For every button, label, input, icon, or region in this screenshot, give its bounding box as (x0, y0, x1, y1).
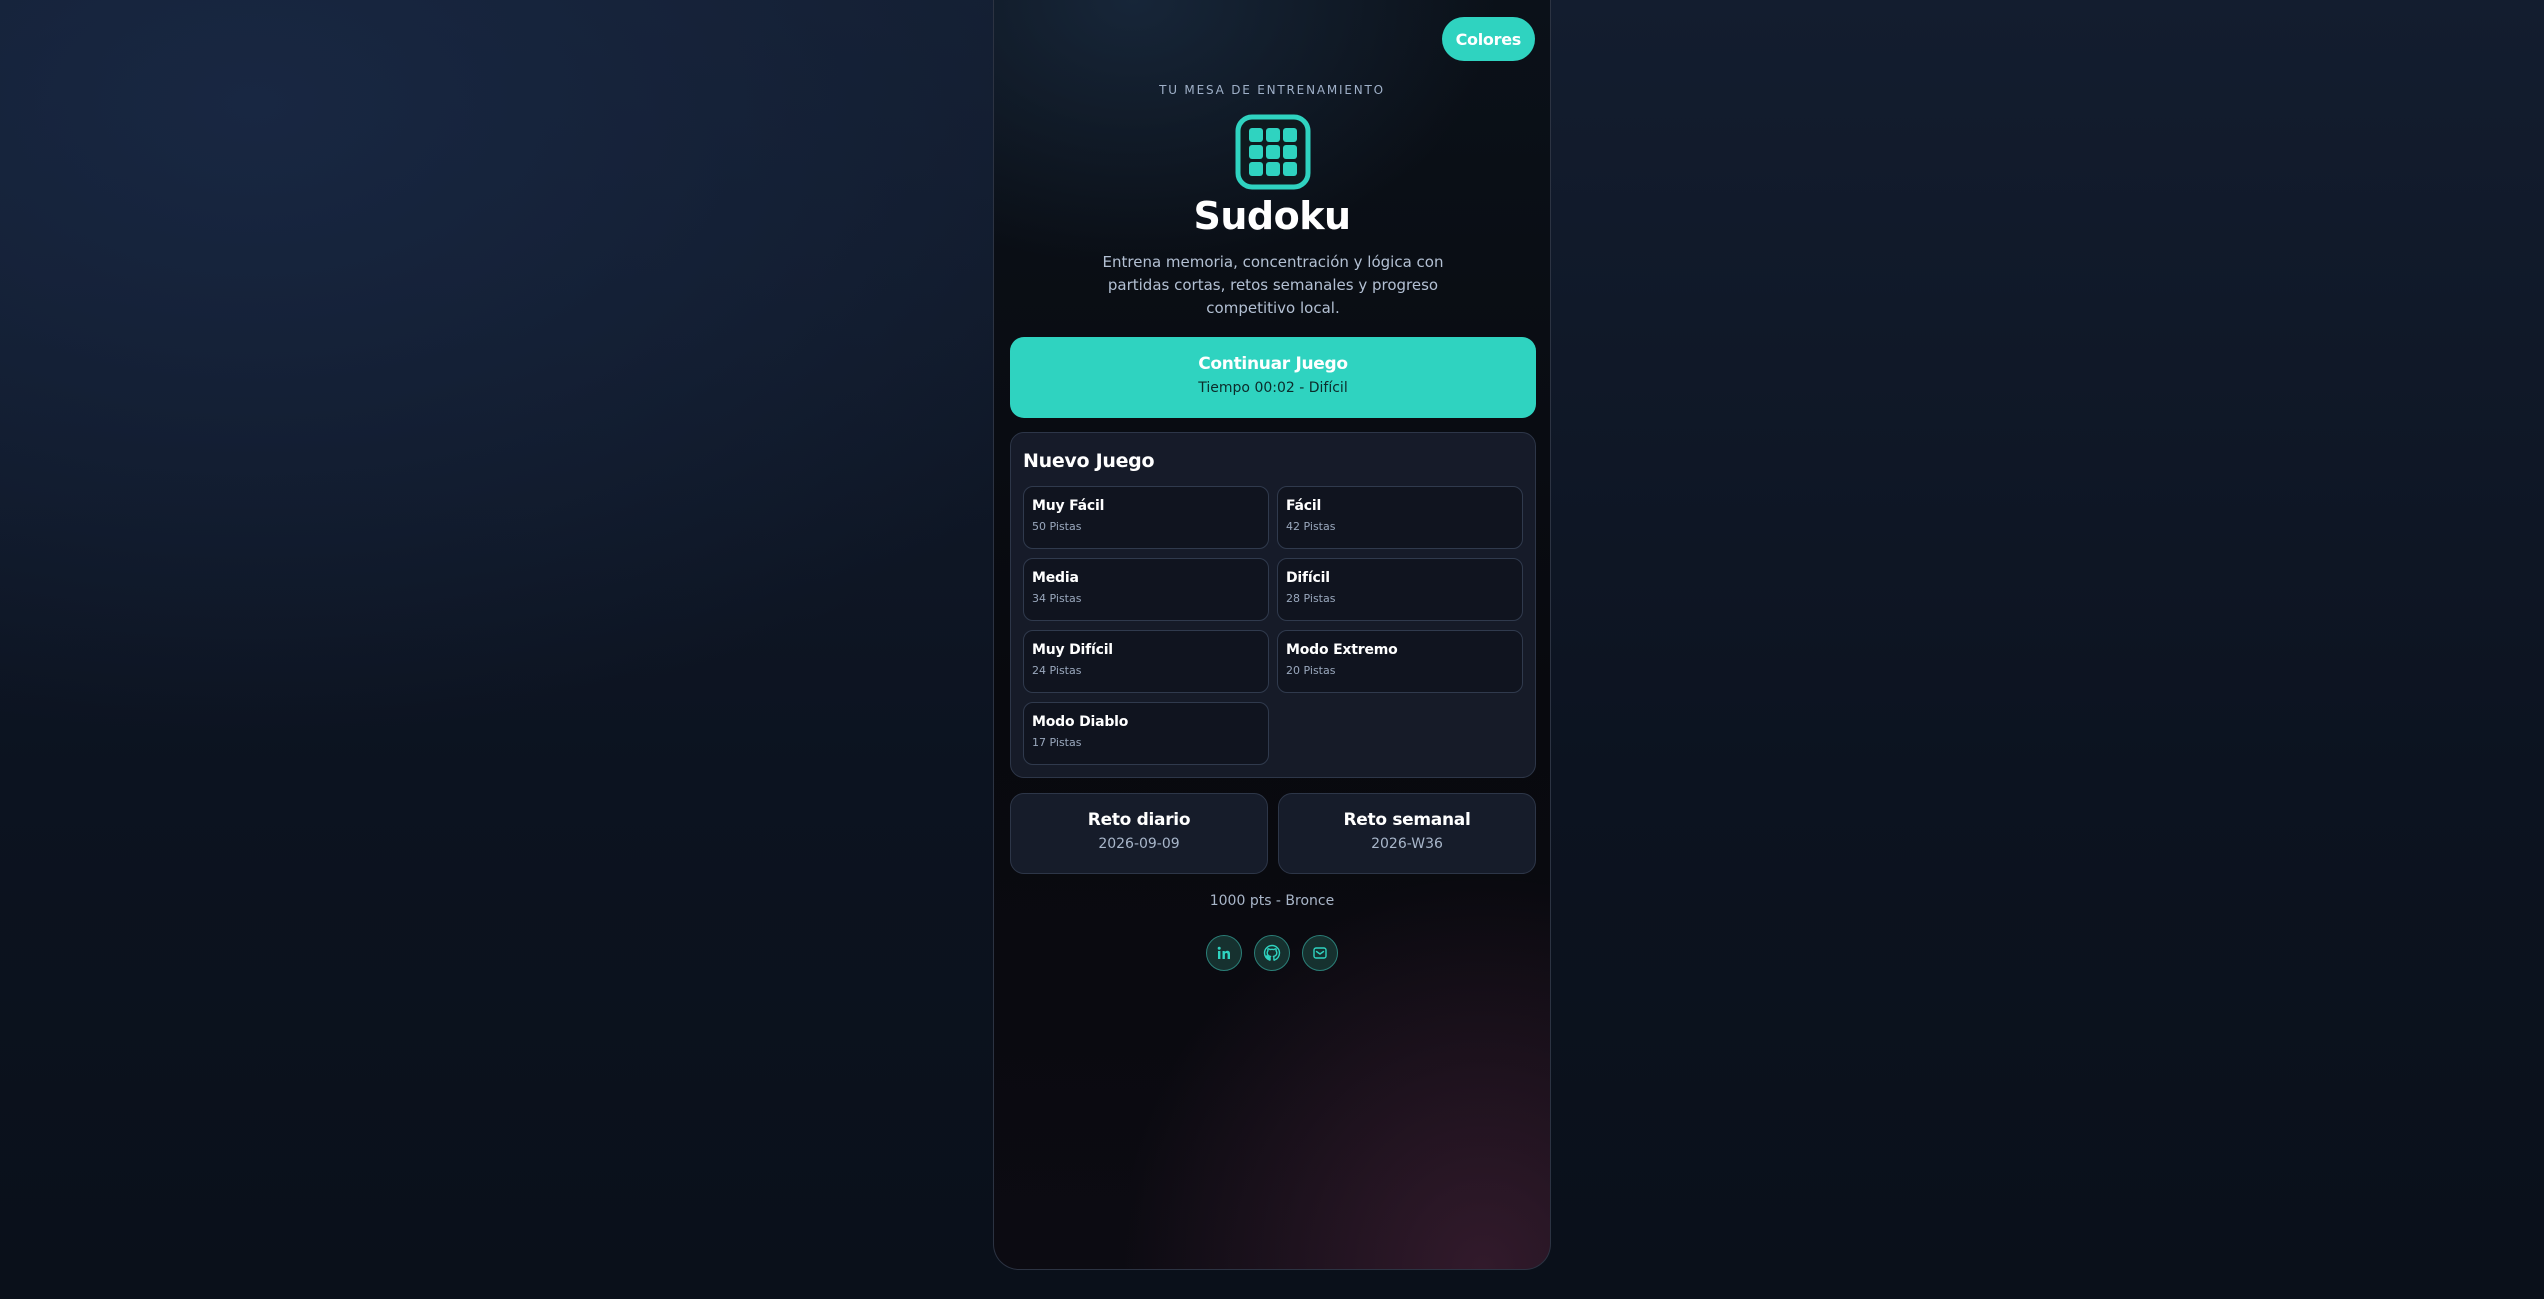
difficulty-clues: 34 Pistas (1032, 592, 1082, 605)
difficulty-name: Difícil (1286, 570, 1330, 586)
social-links (994, 935, 1550, 971)
continue-game-label: Continuar Juego (1198, 354, 1348, 374)
difficulty-name: Muy Difícil (1032, 642, 1113, 658)
github-link[interactable] (1254, 935, 1290, 971)
difficulty-clues: 20 Pistas (1286, 664, 1336, 677)
kicker-text: TU MESA DE ENTRENAMIENTO (1159, 83, 1385, 97)
difficulty-name: Media (1032, 570, 1079, 586)
difficulty-muy-dificil[interactable]: Muy Difícil 24 Pistas (1023, 630, 1269, 693)
difficulty-modo-diablo[interactable]: Modo Diablo 17 Pistas (1023, 702, 1269, 765)
page-subtitle: Entrena memoria, concentración y lógica … (1102, 253, 1444, 317)
weekly-challenge-title: Reto semanal (1343, 810, 1471, 830)
new-game-panel: Nuevo Juego Muy Fácil 50 Pistas Fácil 42… (1010, 432, 1536, 778)
difficulty-dificil[interactable]: Difícil 28 Pistas (1277, 558, 1523, 621)
daily-challenge-card[interactable]: Reto diario 2026-09-09 (1010, 793, 1268, 874)
difficulty-grid: Muy Fácil 50 Pistas Fácil 42 Pistas Medi… (1023, 486, 1523, 765)
github-icon (1263, 944, 1281, 961)
continue-game-button[interactable]: Continuar Juego Tiempo 00:02 - Difícil (1010, 337, 1536, 418)
difficulty-name: Fácil (1286, 498, 1322, 514)
difficulty-facil[interactable]: Fácil 42 Pistas (1277, 486, 1523, 549)
linkedin-link[interactable] (1206, 935, 1242, 971)
difficulty-clues: 28 Pistas (1286, 592, 1336, 605)
difficulty-muy-facil[interactable]: Muy Fácil 50 Pistas (1023, 486, 1269, 549)
difficulty-name: Muy Fácil (1032, 498, 1105, 514)
difficulty-clues: 42 Pistas (1286, 520, 1336, 533)
daily-challenge-title: Reto diario (1087, 810, 1191, 830)
difficulty-media[interactable]: Media 34 Pistas (1023, 558, 1269, 621)
new-game-title: Nuevo Juego (1023, 450, 1155, 472)
page-title: Sudoku (1193, 194, 1351, 238)
weekly-challenge-week: 2026-W36 (1371, 836, 1443, 852)
difficulty-clues: 50 Pistas (1032, 520, 1082, 533)
continue-game-status: Tiempo 00:02 - Difícil (1198, 380, 1348, 396)
mail-link[interactable] (1302, 935, 1338, 971)
colors-button[interactable]: Colores (1441, 17, 1535, 61)
difficulty-modo-extremo[interactable]: Modo Extremo 20 Pistas (1277, 630, 1523, 693)
grid-icon (1235, 114, 1311, 190)
app-container: Colores TU MESA DE ENTRENAMIENTO Sudoku … (993, 0, 1551, 1270)
difficulty-name: Modo Extremo (1286, 642, 1398, 658)
linkedin-icon (1217, 946, 1230, 959)
difficulty-clues: 17 Pistas (1032, 736, 1082, 749)
score-status: 1000 pts - Bronce (1209, 893, 1335, 909)
difficulty-clues: 24 Pistas (1032, 664, 1082, 677)
difficulty-name: Modo Diablo (1032, 714, 1129, 730)
daily-challenge-date: 2026-09-09 (1098, 836, 1180, 852)
mail-icon (1313, 947, 1327, 959)
weekly-challenge-card[interactable]: Reto semanal 2026-W36 (1278, 793, 1536, 874)
